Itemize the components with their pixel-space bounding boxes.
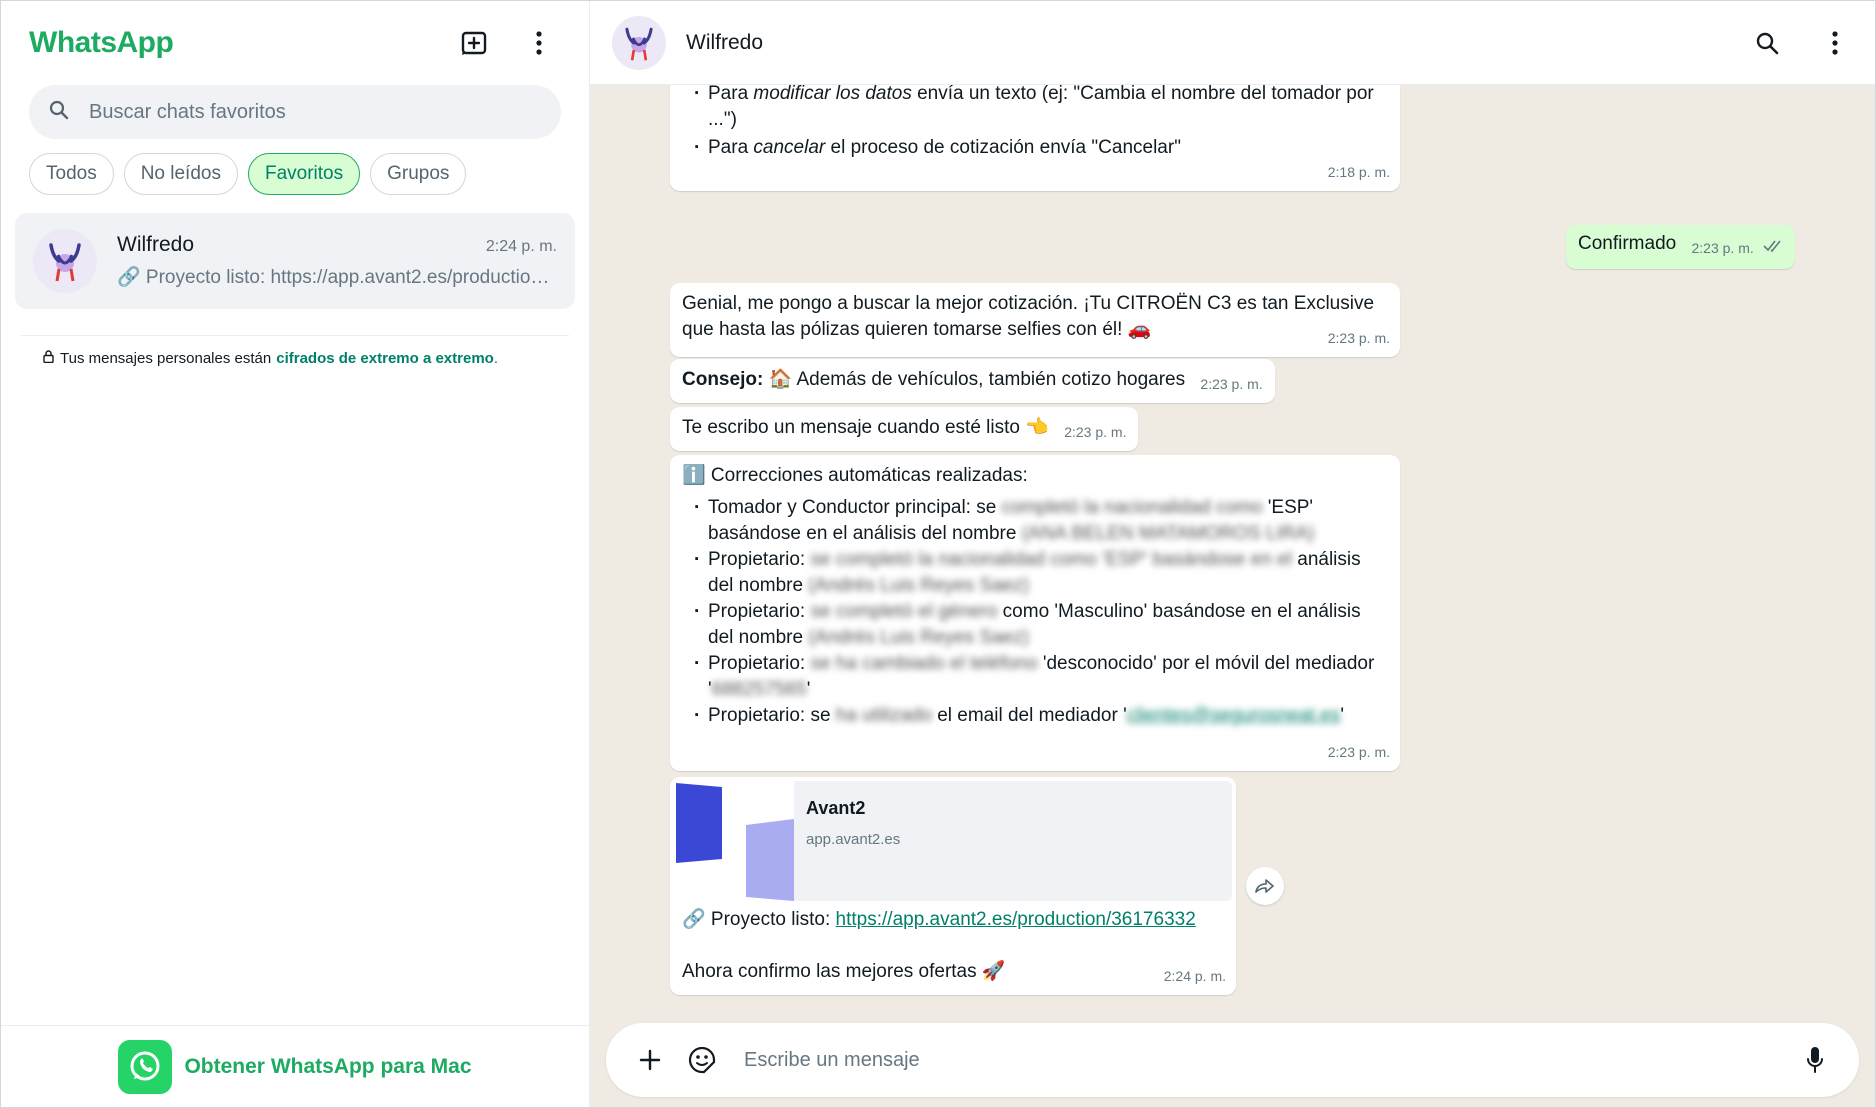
double-check-icon — [1763, 236, 1783, 257]
message-text: Genial, me pongo a buscar la mejor cotiz… — [682, 293, 1375, 340]
search-icon — [49, 100, 69, 125]
message-list[interactable]: Para modificar los datos envía un texto … — [590, 85, 1875, 1013]
filter-favoritos[interactable]: Favoritos — [247, 153, 361, 195]
avatar[interactable] — [612, 15, 666, 70]
message-time: 2:23 p. m. — [1327, 330, 1390, 346]
contact-name[interactable]: Wilfredo — [686, 31, 1721, 55]
sidebar: WhatsApp Todos No leídos Favoritos Grupo… — [1, 1, 590, 1107]
chat-pane: Wilfredo Para modificar los datos envía … — [590, 1, 1875, 1107]
get-app-label: Obtener WhatsApp para Mac — [184, 1054, 472, 1078]
link-preview-card[interactable]: Avant2 app.avant2.es — [674, 781, 1232, 901]
chat-header: Wilfredo — [590, 1, 1875, 85]
message-input[interactable] — [744, 1048, 1795, 1072]
whatsapp-window: WhatsApp Todos No leídos Favoritos Grupo… — [0, 0, 1876, 1108]
chat-name: Wilfredo — [117, 233, 195, 256]
message-time: 2:23 p. m. — [1327, 744, 1390, 760]
search-icon[interactable] — [1745, 21, 1789, 65]
message-incoming[interactable]: Genial, me pongo a buscar la mejor cotiz… — [670, 283, 1400, 357]
list-item: Propietario: se ha utilizado el email de… — [682, 703, 1388, 729]
encryption-notice: Tus mensajes personales están cifrados d… — [1, 336, 589, 367]
new-chat-icon[interactable] — [453, 21, 497, 65]
message-outgoing[interactable]: Confirmado 2:23 p. m. — [1566, 225, 1796, 269]
message-text: 🏠 Además de vehículos, también cotizo ho… — [763, 369, 1186, 390]
encryption-link[interactable]: cifrados de extremo a extremo — [276, 350, 494, 367]
lock-icon — [43, 350, 54, 367]
message-incoming[interactable]: Consejo: 🏠 Además de vehículos, también … — [670, 359, 1275, 403]
filter-chips: Todos No leídos Favoritos Grupos — [1, 153, 589, 195]
link-prefix: 🔗 Proyecto listo: — [682, 909, 836, 930]
menu-dots-icon[interactable] — [517, 21, 561, 65]
avatar — [33, 229, 97, 293]
list-item: Para cancelar el proceso de cotización e… — [682, 135, 1388, 161]
message-incoming[interactable]: Para modificar los datos envía un texto … — [670, 85, 1400, 191]
message-title: ℹ️ Correcciones automáticas realizadas: — [682, 465, 1028, 486]
message-composer — [606, 1023, 1859, 1097]
list-item: Tomador y Conductor principal: se comple… — [682, 495, 1388, 547]
search-bar[interactable] — [29, 85, 561, 139]
filter-todos[interactable]: Todos — [29, 153, 114, 195]
chat-preview: 🔗 Proyecto listo: https://app.avant2.es/… — [117, 267, 557, 288]
brand-title: WhatsApp — [29, 26, 174, 59]
link-preview-domain: app.avant2.es — [806, 831, 901, 848]
sticker-icon[interactable] — [682, 1040, 722, 1080]
whatsapp-logo-icon — [118, 1039, 173, 1094]
encryption-text: Tus mensajes personales están — [60, 350, 272, 367]
message-incoming[interactable]: Te escribo un mensaje cuando esté listo … — [670, 407, 1139, 451]
message-time: 2:18 p. m. — [1327, 164, 1390, 180]
chat-list-item[interactable]: Wilfredo 2:24 p. m. 🔗 Proyecto listo: ht… — [15, 213, 575, 309]
message-time: 2:23 p. m. — [1691, 240, 1754, 256]
message-time: 2:23 p. m. — [1064, 424, 1127, 440]
message-incoming[interactable]: ℹ️ Correcciones automáticas realizadas: … — [670, 455, 1400, 771]
list-item: Propietario: se ha cambiado el teléfono … — [682, 651, 1388, 703]
message-bold: Consejo: — [682, 369, 764, 390]
chat-meta: Wilfredo 2:24 p. m. 🔗 Proyecto listo: ht… — [117, 233, 557, 289]
message-time: 2:24 p. m. — [1163, 968, 1226, 984]
message-text: Ahora confirmo las mejores ofertas 🚀 — [682, 961, 1006, 982]
link-preview-thumbnail — [674, 781, 794, 901]
mic-icon[interactable] — [1795, 1040, 1835, 1080]
link-preview-title: Avant2 — [806, 798, 866, 818]
message-incoming[interactable]: Avant2 app.avant2.es 🔗 Proyecto listo: h… — [670, 777, 1236, 995]
plus-icon[interactable] — [630, 1040, 670, 1080]
filter-grupos[interactable]: Grupos — [370, 153, 467, 195]
message-text: Te escribo un mensaje cuando esté listo … — [682, 417, 1049, 438]
list-item: Para modificar los datos envía un texto … — [682, 85, 1388, 133]
chat-time: 2:24 p. m. — [485, 238, 557, 255]
menu-dots-icon[interactable] — [1813, 21, 1857, 65]
list-item: Propietario: se completó la nacionalidad… — [682, 547, 1388, 599]
message-text: Confirmado — [1578, 233, 1677, 254]
message-time: 2:23 p. m. — [1200, 376, 1263, 392]
forward-icon[interactable] — [1246, 867, 1284, 905]
sidebar-header: WhatsApp — [1, 1, 589, 85]
search-input[interactable] — [89, 100, 509, 124]
list-item: Propietario: se completó el género como … — [682, 599, 1388, 651]
get-app-banner[interactable]: Obtener WhatsApp para Mac — [1, 1025, 589, 1107]
filter-no-leidos[interactable]: No leídos — [123, 153, 238, 195]
project-link[interactable]: https://app.avant2.es/production/3617633… — [836, 909, 1196, 930]
encryption-end: . — [493, 350, 498, 367]
